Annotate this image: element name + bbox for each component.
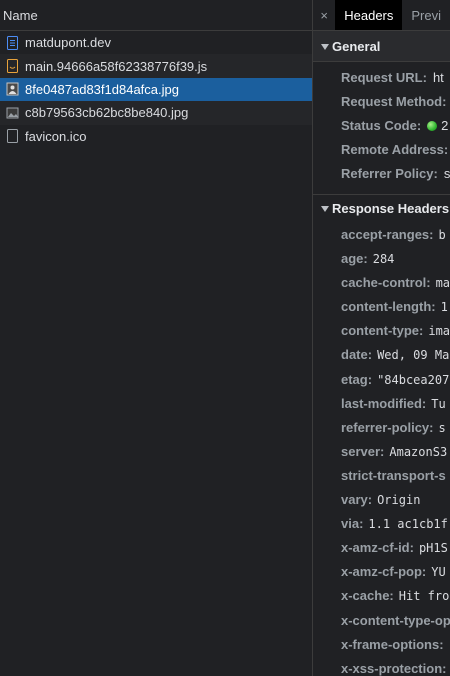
response-header-row: x-cache: Hit fro [313, 584, 450, 608]
general-row: Request Method: [313, 90, 450, 114]
response-header-row: x-content-type-op [313, 609, 450, 633]
response-header-row: date: Wed, 09 Ma [313, 343, 450, 367]
response-header-row: via: 1.1 ac1cb1f [313, 512, 450, 536]
header-value: 284 [372, 252, 395, 267]
response-header-row: x-amz-cf-pop: YU [313, 560, 450, 584]
general-row: Referrer Policy: s [313, 162, 450, 186]
tab-preview[interactable]: Previ [402, 0, 450, 30]
header-value: b [438, 228, 446, 242]
image-icon [6, 82, 19, 96]
request-row[interactable]: matdupont.dev [0, 31, 312, 54]
response-header-row: etag: "84bcea207 [313, 368, 450, 392]
header-value: ht [432, 70, 444, 85]
response-header-row: x-frame-options: [313, 633, 450, 657]
request-name: favicon.ico [25, 128, 87, 144]
request-name: matdupont.dev [25, 35, 112, 51]
header-key: server: [341, 443, 385, 459]
header-key: last-modified: [341, 395, 427, 411]
general-row: Request URL: ht [313, 66, 450, 90]
header-key: etag: [341, 371, 373, 387]
header-key: vary: [341, 492, 373, 508]
response-header-row: last-modified: Tu [313, 392, 450, 416]
response-headers-section: accept-ranges: b age: 284 cache-control: ma… [313, 223, 450, 676]
script-icon [6, 59, 19, 74]
header-key: strict-transport-s [341, 467, 446, 483]
response-header-row: content-length: 1 [313, 295, 450, 319]
response-header-row: age: 284 [313, 247, 450, 271]
document-icon [6, 35, 19, 50]
request-name: c8b79563cb62bc8be840.jpg [25, 105, 189, 121]
request-row[interactable]: c8b79563cb62bc8be840.jpg [0, 101, 312, 125]
header-value: ma [435, 276, 450, 291]
header-key: x-frame-options: [341, 636, 444, 652]
header-value: YU [431, 565, 446, 580]
response-header-row: x-xss-protection: [313, 657, 450, 676]
request-name: 8fe0487ad83f1d84afca.jpg [25, 81, 179, 97]
header-key: x-amz-cf-id: [341, 540, 414, 556]
header-key: content-length: [341, 299, 436, 315]
response-header-row: x-amz-cf-id: pH1S [313, 536, 450, 560]
header-key: x-xss-protection: [341, 660, 447, 676]
triangle-down-icon [321, 205, 329, 212]
close-icon[interactable]: × [313, 0, 335, 30]
general-section-header[interactable]: General [313, 31, 450, 62]
general-row: Remote Address: [313, 138, 450, 162]
header-key: x-amz-cf-pop: [341, 564, 427, 580]
request-row[interactable]: favicon.ico [0, 125, 312, 148]
response-header-row: server: AmazonS3 [313, 440, 450, 464]
header-key: content-type: [341, 323, 424, 339]
response-header-row: referrer-policy: s [313, 416, 450, 440]
header-key: x-content-type-op [341, 612, 450, 628]
status-green-dot-icon [427, 120, 438, 131]
header-value: Tu [431, 396, 446, 411]
header-value: Origin [377, 493, 421, 508]
response-header-row: content-type: ima [313, 319, 450, 343]
image-icon [6, 106, 19, 120]
general-section-title: General [332, 39, 381, 54]
header-key: age: [341, 251, 368, 267]
header-value: 1.1 ac1cb1f [368, 517, 448, 532]
request-rows: matdupont.dev main.94666a58f62338776f39.… [0, 31, 312, 148]
header-key: Request Method: [341, 94, 447, 109]
details-tab-bar: × Headers Previ [313, 0, 450, 31]
general-section: Request URL: ht Request Method: Status Co… [313, 62, 450, 186]
header-value: 2 [441, 118, 449, 133]
header-value: s [443, 166, 450, 181]
triangle-down-icon [321, 43, 329, 50]
header-value: 1 [440, 300, 448, 315]
request-row-selected[interactable]: 8fe0487ad83f1d84afca.jpg [0, 77, 312, 102]
header-key: Request URL: [341, 70, 427, 85]
header-value: Wed, 09 Ma [377, 348, 450, 363]
response-header-row: strict-transport-s [313, 464, 450, 488]
header-value: AmazonS3 [389, 444, 448, 459]
header-key: Remote Address: [341, 142, 449, 157]
response-header-row: accept-ranges: b [313, 223, 450, 247]
header-key: accept-ranges: [341, 227, 434, 242]
header-key: via: [341, 516, 364, 532]
header-key: x-cache: [341, 588, 394, 604]
header-key: Status Code: [341, 118, 422, 133]
header-key: cache-control: [341, 275, 431, 291]
name-column-header[interactable]: Name [0, 0, 312, 31]
request-details-panel: × Headers Previ General Request URL: ht R… [313, 0, 450, 676]
request-list-panel: Name matdupont.dev main.94666a58f6233877… [0, 0, 313, 676]
response-header-row: vary: Origin [313, 488, 450, 512]
blank-file-icon [6, 129, 19, 144]
tab-headers[interactable]: Headers [335, 0, 403, 30]
header-value: Hit fro [398, 589, 450, 604]
header-value: s [438, 420, 446, 435]
header-key: referrer-policy: [341, 419, 434, 435]
header-value: pH1S [418, 541, 448, 556]
request-row[interactable]: main.94666a58f62338776f39.js [0, 54, 312, 78]
header-key: Referrer Policy: [341, 166, 438, 181]
header-value: ima [428, 324, 450, 339]
header-key: date: [341, 347, 373, 363]
response-headers-section-header[interactable]: Response Headers [313, 195, 450, 223]
header-value: "84bcea207 [377, 372, 450, 387]
request-name: main.94666a58f62338776f39.js [25, 58, 208, 74]
response-header-row: cache-control: ma [313, 271, 450, 295]
response-headers-title: Response Headers [332, 201, 450, 216]
general-row: Status Code: 2 [313, 114, 450, 138]
section-divider [313, 186, 450, 195]
